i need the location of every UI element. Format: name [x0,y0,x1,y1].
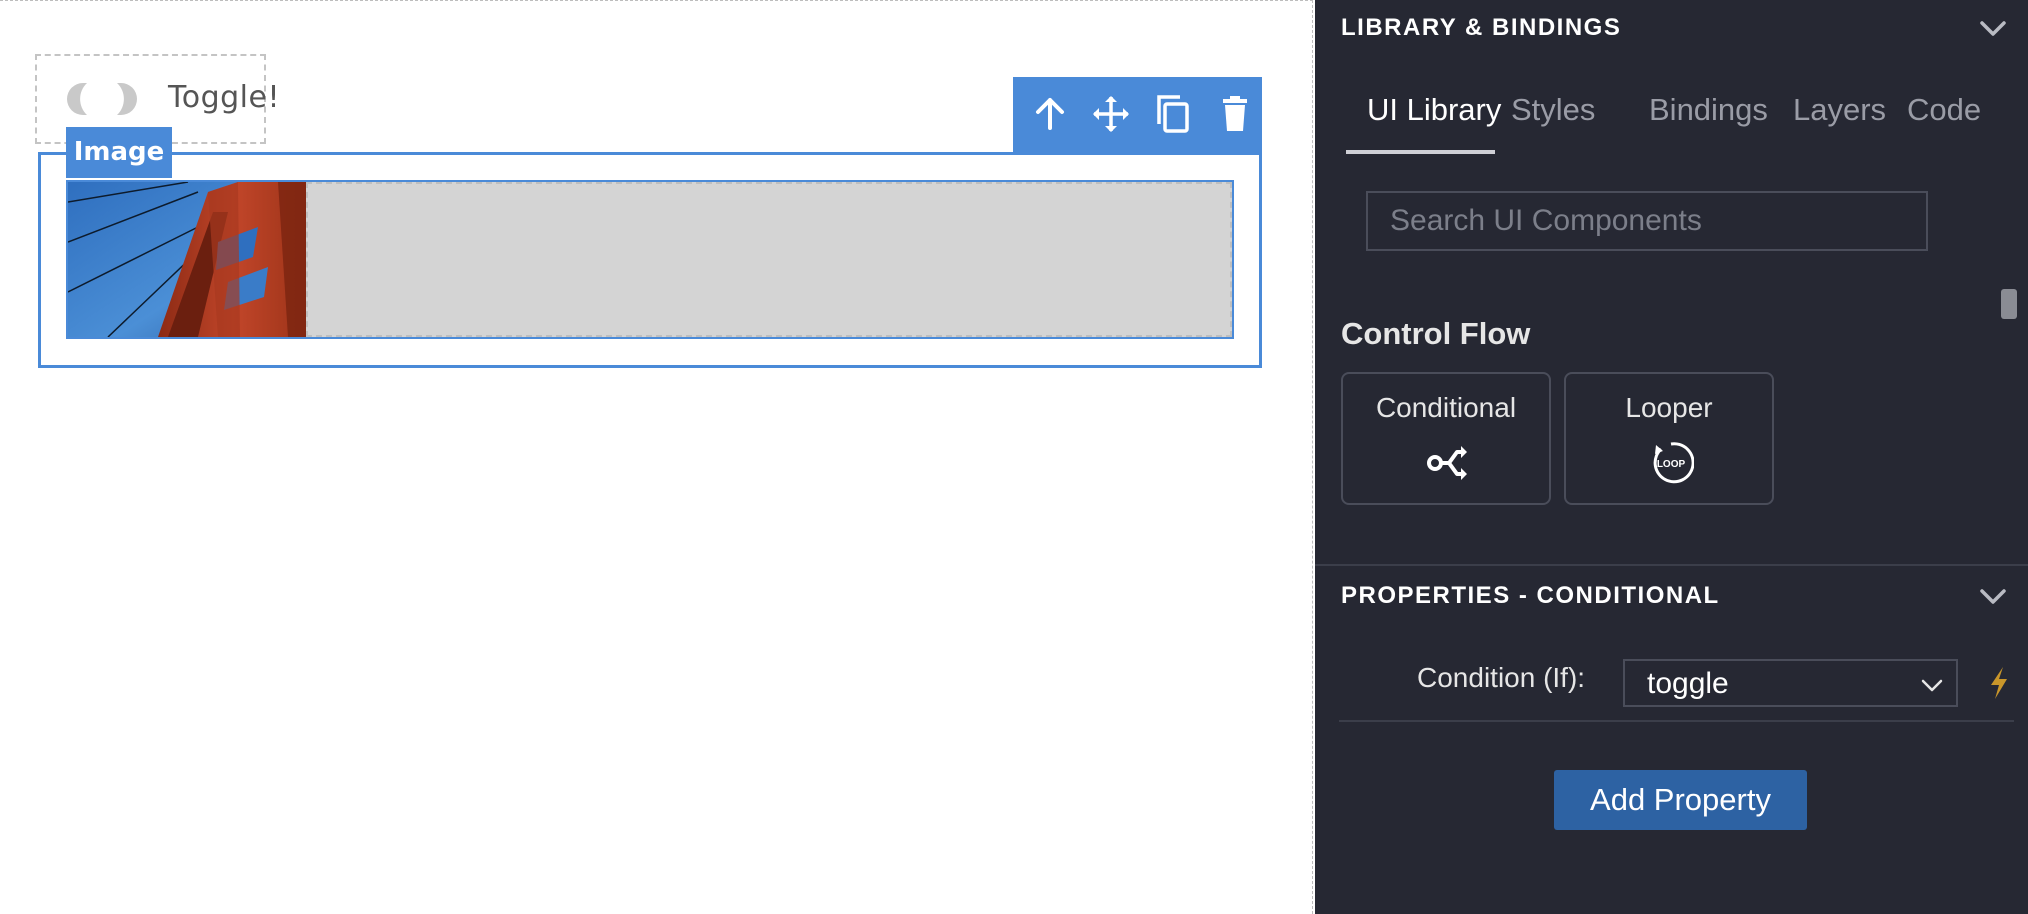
library-panel: LIBRARY & BINDINGS UI Library Styles Bin… [1315,0,2028,914]
element-toolbar [1013,77,1262,155]
tab-bindings[interactable]: Bindings [1649,92,1768,128]
tab-ui-library[interactable]: UI Library [1367,92,1501,128]
conditional-component-card[interactable]: Conditional [1341,372,1551,505]
chevron-down-icon [1921,679,1943,692]
active-tab-indicator [1346,150,1495,154]
arrow-up-icon[interactable] [1027,91,1073,137]
condition-value: toggle [1647,667,1729,700]
chevron-down-icon[interactable] [1977,12,2009,44]
bridge-photo [68,182,308,337]
move-icon[interactable] [1088,91,1134,137]
properties-header: PROPERTIES - CONDITIONAL [1341,582,1720,609]
control-flow-title: Control Flow [1341,316,1531,351]
search-input[interactable] [1366,191,1928,251]
toggle-switch[interactable] [63,81,141,117]
card-label: Conditional [1375,392,1517,423]
duplicate-icon[interactable] [1150,91,1196,137]
delete-icon[interactable] [1212,91,1258,137]
card-label: Looper [1625,392,1713,423]
image-component[interactable] [66,180,1234,339]
section-divider [1315,564,2028,566]
loop-icon: LOOP [1653,442,1694,484]
looper-component-card[interactable]: Looper LOOP [1564,372,1774,505]
lightning-bolt-icon[interactable] [1985,665,2013,701]
property-row-divider [1339,720,2014,722]
scrollbar-thumb[interactable] [2001,289,2017,319]
condition-select[interactable]: toggle [1623,659,1958,707]
image-placeholder-area [306,182,1232,337]
loop-icon-text: LOOP [1657,459,1686,470]
conditional-icon [1427,446,1467,480]
library-bindings-header: LIBRARY & BINDINGS [1341,14,1622,41]
design-canvas[interactable]: Toggle! Image [0,0,1313,914]
chevron-down-icon[interactable] [1977,580,2009,612]
tab-code[interactable]: Code [1907,92,1981,128]
tab-styles[interactable]: Styles [1511,92,1595,128]
condition-label: Condition (If): [1417,662,1586,693]
tab-layers[interactable]: Layers [1793,92,1886,128]
add-property-button[interactable]: Add Property [1554,770,1807,830]
toggle-label: Toggle! [168,80,280,115]
component-type-tag: Image [66,127,172,178]
